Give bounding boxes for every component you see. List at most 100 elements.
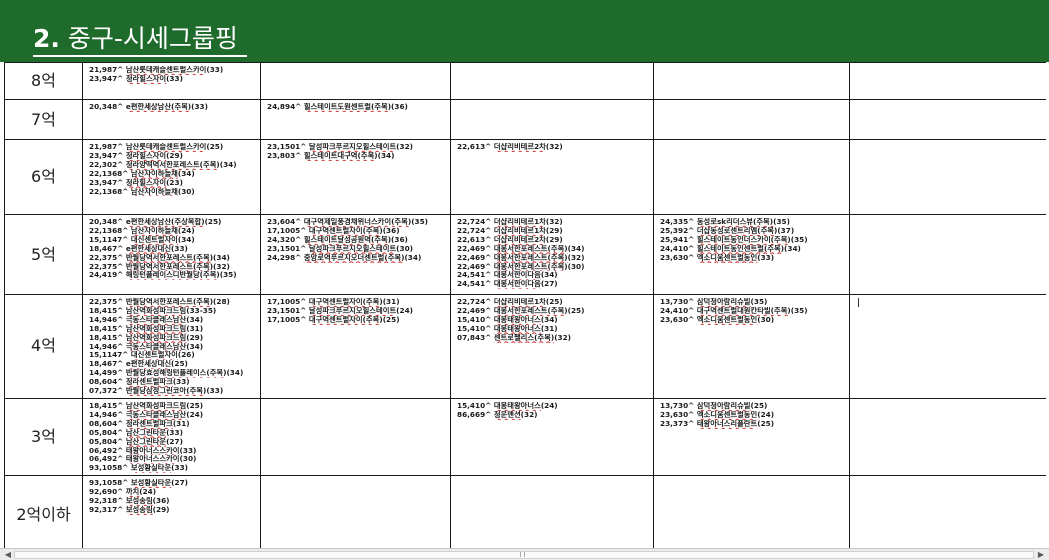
table-cell[interactable] [849, 99, 1046, 140]
table-cell[interactable]: 23,604^ 대구역제일풍경채위너스카이(주복)(35) 17,1005^ 대구… [260, 214, 451, 295]
apartment-entry: 24,298^ 중앙로역푸르지오더센트럴(주복)(34) [267, 253, 422, 262]
scroll-left-arrow-icon[interactable]: ◀ [3, 550, 13, 559]
apartment-entry: 08,604^ 청라센트럴파크(31) [89, 419, 190, 428]
apartment-entry: 21,987^ 남산롯데캐슬센트럴스카이(25) [89, 143, 224, 151]
price-row: 4억 22,375^ 반월당역서한포레스트(주복)(28) 18,415^ 남산역화… [4, 294, 1046, 399]
apartment-entry: 22,469^ 대봉서한포레스트(주복)(32) [457, 253, 585, 262]
table-cell[interactable] [653, 99, 850, 140]
apartment-entry: 92,317^ 보성송림(29) [89, 505, 170, 514]
table-cell[interactable]: 21,987^ 남산롯데캐슬센트럴스카이(25) 23,947^ 청라힐스자이(2… [82, 139, 261, 215]
price-row: 3억 18,415^ 남산역화성파크드림(25) 14,946^ 극동스타클래스남산… [4, 397, 1046, 477]
price-group-table-container: 8억 21,987^ 남산롯데캐슬센트럴스카이(33) 23,947^ 청라힐스자이… [4, 62, 1046, 548]
price-group-table: 8억 21,987^ 남산롯데캐슬센트럴스카이(33) 23,947^ 청라힐스자이… [4, 62, 1046, 548]
table-cell[interactable]: 20,348^ e편한세상남산(주상복합)(25) 22,1368^ 남산자이하늘… [82, 214, 261, 295]
apartment-entry: 22,375^ 반월당역서한포레스트(주복)(34) [89, 253, 230, 262]
table-cell[interactable] [849, 294, 1046, 399]
table-cell[interactable]: 24,894^ 힐스테이트도원센트럴(주복)(36) [260, 99, 451, 140]
apartment-entry: 22,724^ 더샵리비테르1차(32) [457, 218, 563, 226]
table-cell[interactable]: 18,415^ 남산역화성파크드림(25) 14,946^ 극동스타클래스남산(2… [82, 397, 261, 477]
table-cell[interactable] [260, 397, 451, 477]
apartment-entry: 23,803^ 힐스테이트대구역(주복)(34) [267, 151, 395, 160]
apartment-entry: 15,410^ 대봉태왕아너스(24) [457, 401, 558, 410]
apartment-entry: 22,1368^ 남산자이하늘채(34) [89, 169, 195, 178]
apartment-entry: 18,467^ e편한세상대신(33) [89, 244, 188, 253]
price-tier-label[interactable]: 7억 [4, 99, 83, 140]
table-cell[interactable]: 13,730^ 삼덕청아람리슈빌(25) 23,630^ 엑소디움센트럴동인(24… [653, 397, 850, 477]
apartment-entry: 93,1058^ 보성황실타운(27) [89, 479, 188, 488]
apartment-entry: 23,947^ 청라힐스자이(29) [89, 151, 183, 160]
table-cell[interactable] [450, 99, 654, 140]
apartment-entry: 07,372^ 반월당삼정그린코아(주복)(33) [89, 387, 224, 396]
apartment-entry: 92,690^ 까치(24) [89, 488, 157, 497]
table-cell[interactable] [260, 475, 451, 548]
table-cell[interactable]: 21,987^ 남산롯데캐슬센트럴스카이(33) 23,947^ 청라힐스자이(3… [82, 62, 261, 100]
apartment-entry: 25,941^ 힐스테이트동인더스카이(주복)(35) [660, 235, 808, 244]
apartment-entry: 86,669^ 청운맨션(32) [457, 410, 538, 419]
apartment-entry: 22,1368^ 남산자이하늘채(24) [89, 226, 195, 235]
apartment-entry: 24,335^ 동성로sk리더스뷰(주복)(35) [660, 218, 790, 226]
horizontal-scrollbar[interactable]: ◀ ▶ [0, 548, 1049, 560]
table-cell[interactable]: 15,410^ 대봉태왕아너스(24) 86,669^ 청운맨션(32) [450, 397, 654, 477]
apartment-entry: 06,492^ 태왕아너스스카이(33) [89, 446, 197, 455]
table-cell[interactable]: 22,724^ 더샵리비테르1차(25) 22,469^ 대봉서한포레스트(주복)… [450, 294, 654, 399]
table-cell[interactable] [450, 475, 654, 548]
apartment-entry: 22,469^ 대봉서한포레스트(주복)(25) [457, 306, 585, 315]
table-cell[interactable] [849, 62, 1046, 100]
apartment-entry: 05,804^ 남산그린타운(27) [89, 437, 183, 446]
apartment-entry: 23,630^ 엑소디움센트럴동인(30) [660, 315, 775, 324]
price-row: 8억 21,987^ 남산롯데캐슬센트럴스카이(33) 23,947^ 청라힐스자이… [4, 62, 1046, 100]
apartment-entry: 23,1501^ 달성파크푸르지오힐스테이트(32) [267, 143, 413, 151]
apartment-entry: 08,604^ 청라센트럴파크(33) [89, 378, 190, 387]
table-cell[interactable] [849, 397, 1046, 477]
apartment-entry: 92,318^ 보성송림(36) [89, 497, 170, 506]
apartment-entry: 22,724^ 더샵리비테르1차(25) [457, 298, 563, 306]
apartment-entry: 05,804^ 남산그린타운(33) [89, 428, 183, 437]
apartment-entry: 22,469^ 대봉서한포레스트(주복)(30) [457, 262, 585, 271]
price-tier-label[interactable]: 8억 [4, 62, 83, 100]
table-cell[interactable] [849, 475, 1046, 548]
apartment-entry: 23,630^ 엑소디움센트럴동인(33) [660, 253, 775, 262]
apartment-entry: 24,894^ 힐스테이트도원센트럴(주복)(36) [267, 103, 408, 111]
table-cell[interactable] [260, 62, 451, 100]
apartment-entry: 17,1005^ 대구역센트럴자이(주복)(31) [267, 298, 400, 306]
apartment-entry: 18,415^ 남산역화성파크드림(31) [89, 324, 204, 333]
table-cell[interactable]: 17,1005^ 대구역센트럴자이(주복)(31) 23,1501^ 달성파크푸르… [260, 294, 451, 399]
apartment-entry: 23,373^ 태왕아너스리플란트(25) [660, 419, 775, 428]
table-cell[interactable]: 13,730^ 삼덕청아람리슈빌(35) 24,410^ 대구역센트럴대원칸타빌(… [653, 294, 850, 399]
table-cell[interactable] [653, 62, 850, 100]
price-row: 5억 20,348^ e편한세상남산(주상복합)(25) 22,1368^ 남산자이… [4, 214, 1046, 295]
table-cell[interactable]: 20,348^ e편한세상남산(주복)(33) [82, 99, 261, 140]
apartment-entry: 22,469^ 대봉서한포레스트(주복)(34) [457, 244, 585, 253]
price-group-table-body: 8억 21,987^ 남산롯데캐슬센트럴스카이(33) 23,947^ 청라힐스자이… [4, 62, 1046, 548]
table-cell[interactable]: 22,724^ 더샵리비테르1차(32) 22,724^ 더샵리비테르1차(29)… [450, 214, 654, 295]
apartment-entry: 23,1501^ 달성파크푸르지오힐스테이트(30) [267, 244, 413, 253]
apartment-entry: 22,302^ 청라양떡역서한포레스트(주복)(34) [89, 160, 237, 169]
table-cell[interactable] [653, 475, 850, 548]
table-cell[interactable]: 22,375^ 반월당역서한포레스트(주복)(28) 18,415^ 남산역화성파… [82, 294, 261, 399]
apartment-entry: 20,348^ e편한세상남산(주상복합)(25) [89, 218, 222, 226]
apartment-entry: 21,987^ 남산롯데캐슬센트럴스카이(33) [89, 66, 224, 74]
apartment-entry: 23,604^ 대구역제일풍경채위너스카이(주복)(35) [267, 218, 429, 226]
table-cell[interactable] [849, 139, 1046, 215]
table-cell[interactable]: 23,1501^ 달성파크푸르지오힐스테이트(32) 23,803^ 힐스테이트대… [260, 139, 451, 215]
table-cell[interactable] [653, 139, 850, 215]
price-tier-label[interactable]: 2억이하 [4, 475, 83, 548]
price-tier-label[interactable]: 4억 [4, 294, 83, 399]
table-cell[interactable]: 24,335^ 동성로sk리더스뷰(주복)(35) 25,392^ 더샵동성로센트… [653, 214, 850, 295]
table-cell[interactable] [849, 214, 1046, 295]
apartment-entry: 14,499^ 반월당효성해링턴플레이스(주복)(34) [89, 369, 244, 378]
scroll-right-arrow-icon[interactable]: ▶ [1036, 550, 1046, 559]
price-tier-label[interactable]: 3억 [4, 397, 83, 477]
apartment-entry: 13,730^ 삼덕청아람리슈빌(35) [660, 298, 768, 306]
price-tier-label[interactable]: 5억 [4, 214, 83, 295]
apartment-entry: 22,724^ 더샵리비테르1차(29) [457, 226, 563, 235]
table-cell[interactable]: 93,1058^ 보성황실타운(27) 92,690^ 까치(24) 92,318^… [82, 475, 261, 548]
price-tier-label[interactable]: 6억 [4, 139, 83, 215]
apartment-entry: 15,1147^ 대신센트럴자이(26) [89, 351, 195, 360]
apartment-entry: 23,947^ 청라힐스자이(33) [89, 74, 183, 83]
page-title: 2. 중구-시세그룹핑 [33, 24, 238, 54]
apartment-entry: 13,730^ 삼덕청아람리슈빌(25) [660, 401, 768, 410]
table-cell[interactable]: 22,613^ 더샵리비테르2차(32) [450, 139, 654, 215]
apartment-entry: 25,392^ 더샵동성로센트리엠(주복)(37) [660, 226, 795, 235]
table-cell[interactable] [450, 62, 654, 100]
